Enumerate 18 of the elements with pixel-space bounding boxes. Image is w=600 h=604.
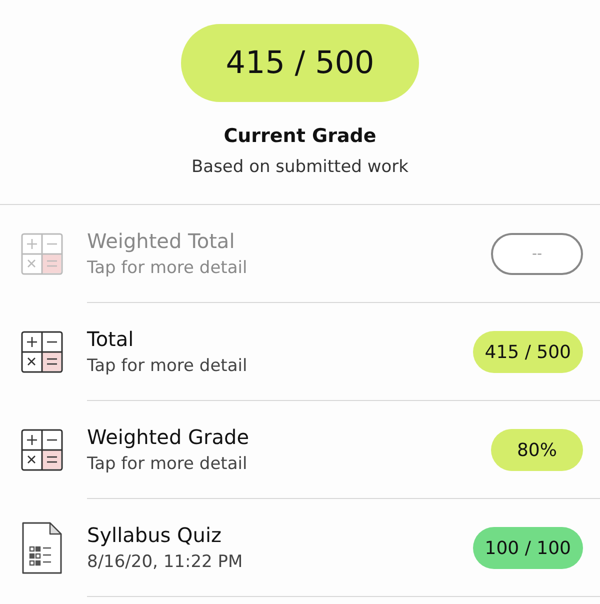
item-title: Total: [87, 326, 135, 353]
item-subtitle: Tap for more detail: [87, 355, 248, 378]
item-subtitle: Tap for more detail: [87, 257, 248, 280]
calculator-icon: [21, 331, 63, 373]
item-title: Syllabus Quiz: [87, 522, 223, 549]
grade-badge: 415 / 500: [181, 24, 419, 102]
grade-badge[interactable]: 415 / 500: [472, 331, 583, 373]
calculator-icon: [21, 429, 63, 471]
grade-title: Current Grade: [224, 124, 376, 149]
item-subtitle: 8/16/20, 11:22 PM: [87, 551, 244, 574]
item-title: Weighted Total: [87, 228, 236, 255]
grade-badge[interactable]: 100 / 100: [472, 527, 583, 569]
grade-subtitle: Based on submitted work: [192, 156, 408, 178]
document-icon: [21, 521, 63, 575]
calculator-icon: [21, 233, 63, 275]
grade-badge[interactable]: 80%: [491, 429, 583, 471]
item-subtitle: Tap for more detail: [87, 453, 248, 476]
item-title: Weighted Grade: [87, 424, 250, 451]
